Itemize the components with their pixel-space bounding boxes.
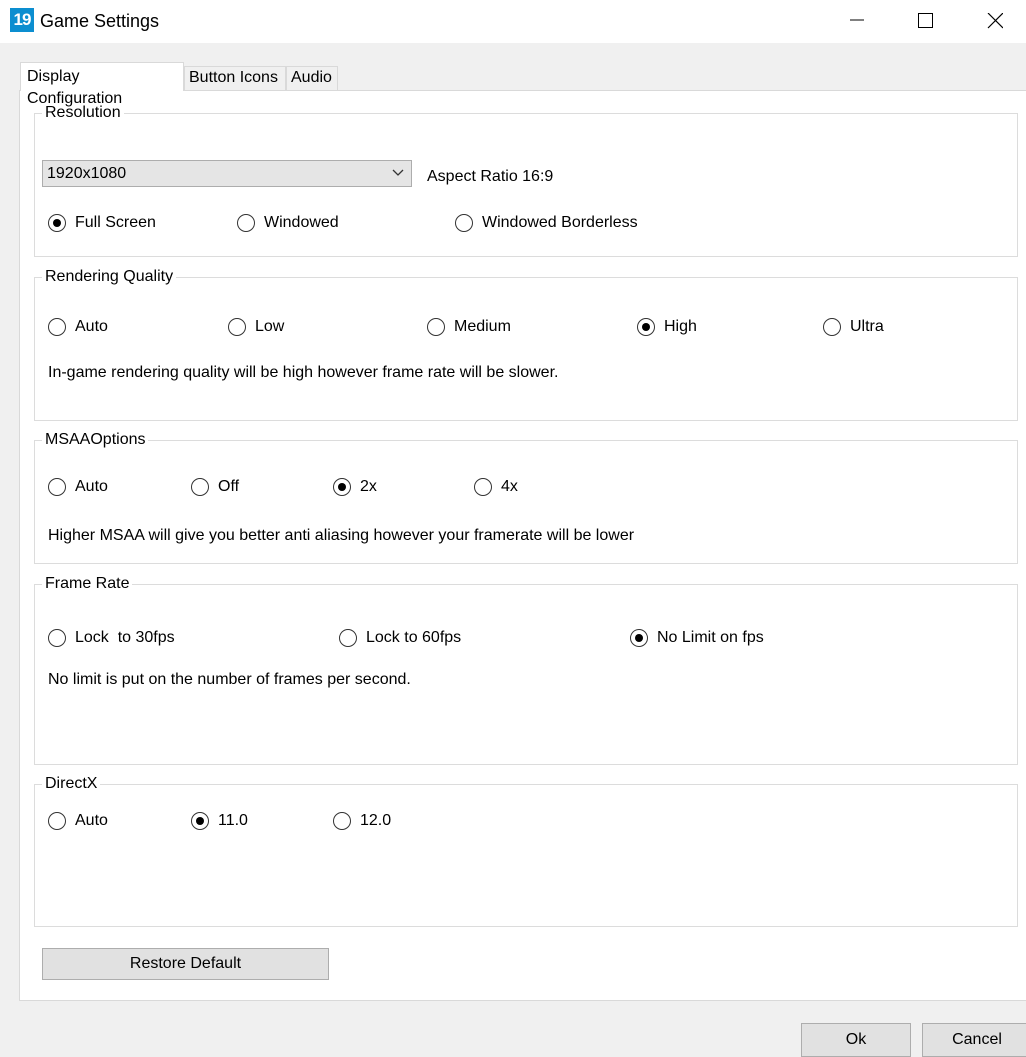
radio-unchecked-icon — [823, 318, 841, 336]
radio-unchecked-icon — [228, 318, 246, 336]
msaa-group-label: MSAAOptions — [42, 430, 149, 450]
radio-directx-11[interactable]: 11.0 — [191, 812, 248, 830]
directx-group: DirectX — [34, 774, 1018, 927]
rendering-quality-group-label: Rendering Quality — [42, 267, 177, 287]
tab-display-configuration[interactable]: Display Configuration — [20, 62, 184, 107]
radio-unchecked-icon — [427, 318, 445, 336]
radio-unchecked-icon — [455, 214, 473, 232]
minimize-button[interactable] — [822, 0, 892, 43]
radio-checked-icon — [191, 812, 209, 830]
radio-quality-auto[interactable]: Auto — [48, 318, 108, 336]
radio-unchecked-icon — [48, 812, 66, 830]
radio-label: 2x — [360, 478, 377, 495]
radio-label: High — [664, 318, 697, 335]
title-bar: 19 Game Settings — [0, 0, 1026, 43]
radio-checked-icon — [333, 478, 351, 496]
maximize-button[interactable] — [890, 0, 960, 43]
radio-label: Off — [218, 478, 240, 495]
radio-unchecked-icon — [474, 478, 492, 496]
radio-full-screen[interactable]: Full Screen — [48, 214, 156, 232]
radio-label: Auto — [75, 478, 108, 495]
radio-checked-icon — [637, 318, 655, 336]
radio-label: 4x — [501, 478, 518, 495]
radio-label: No Limit on fps — [657, 629, 764, 646]
resolution-dropdown[interactable]: 1920x1080 — [42, 160, 412, 187]
radio-quality-ultra[interactable]: Ultra — [823, 318, 884, 336]
close-icon — [987, 13, 1003, 29]
radio-label: Auto — [75, 318, 108, 335]
radio-label: Low — [255, 318, 285, 335]
tab-button-icons[interactable]: Button Icons — [184, 66, 286, 90]
radio-lock-30fps[interactable]: Lock to 30fps — [48, 629, 175, 647]
resolution-selected-value: 1920x1080 — [47, 165, 127, 182]
radio-checked-icon — [630, 629, 648, 647]
radio-unchecked-icon — [48, 478, 66, 496]
radio-msaa-off[interactable]: Off — [191, 478, 239, 496]
radio-directx-12[interactable]: 12.0 — [333, 812, 391, 830]
cancel-button[interactable]: Cancel — [922, 1023, 1026, 1057]
radio-unchecked-icon — [237, 214, 255, 232]
radio-msaa-auto[interactable]: Auto — [48, 478, 108, 496]
directx-group-label: DirectX — [42, 774, 101, 794]
radio-label: Lock to 60fps — [366, 629, 462, 646]
display-configuration-panel: Resolution 1920x1080 Aspect Ratio 16:9 F… — [19, 90, 1026, 1001]
aspect-ratio-label: Aspect Ratio 16:9 — [427, 168, 554, 185]
radio-unchecked-icon — [339, 629, 357, 647]
tab-audio[interactable]: Audio — [286, 66, 338, 90]
radio-label: Medium — [454, 318, 511, 335]
frame-rate-group-label: Frame Rate — [42, 574, 133, 594]
radio-msaa-2x[interactable]: 2x — [333, 478, 377, 496]
radio-unchecked-icon — [48, 318, 66, 336]
radio-label: Lock to 30fps — [75, 629, 175, 646]
frame-rate-description: No limit is put on the number of frames … — [48, 671, 411, 688]
radio-label: Windowed Borderless — [482, 214, 638, 231]
radio-windowed-borderless[interactable]: Windowed Borderless — [455, 214, 638, 232]
radio-lock-60fps[interactable]: Lock to 60fps — [339, 629, 461, 647]
window-title: Game Settings — [40, 11, 160, 31]
chevron-down-icon — [392, 169, 404, 176]
radio-directx-auto[interactable]: Auto — [48, 812, 108, 830]
radio-no-limit-fps[interactable]: No Limit on fps — [630, 629, 764, 647]
restore-default-button[interactable]: Restore Default — [42, 948, 329, 980]
radio-label: Ultra — [850, 318, 884, 335]
maximize-icon — [918, 13, 933, 28]
radio-unchecked-icon — [191, 478, 209, 496]
msaa-description: Higher MSAA will give you better anti al… — [48, 527, 635, 544]
radio-unchecked-icon — [333, 812, 351, 830]
radio-label: Full Screen — [75, 214, 156, 231]
radio-unchecked-icon — [48, 629, 66, 647]
close-button[interactable] — [960, 0, 1026, 43]
rendering-quality-description: In-game rendering quality will be high h… — [48, 364, 559, 381]
rendering-quality-group: Rendering Quality — [34, 267, 1018, 421]
radio-label: 12.0 — [360, 812, 392, 829]
radio-quality-medium[interactable]: Medium — [427, 318, 511, 336]
radio-windowed[interactable]: Windowed — [237, 214, 339, 232]
minimize-icon — [850, 19, 864, 21]
radio-label: Auto — [75, 812, 108, 829]
msaa-group: MSAAOptions — [34, 430, 1018, 564]
ok-button[interactable]: Ok — [801, 1023, 911, 1057]
radio-checked-icon — [48, 214, 66, 232]
radio-label: Windowed — [264, 214, 339, 231]
radio-quality-low[interactable]: Low — [228, 318, 284, 336]
radio-msaa-4x[interactable]: 4x — [474, 478, 518, 496]
radio-label: 11.0 — [218, 812, 248, 829]
app-logo-icon: 19 — [10, 8, 34, 32]
radio-quality-high[interactable]: High — [637, 318, 697, 336]
